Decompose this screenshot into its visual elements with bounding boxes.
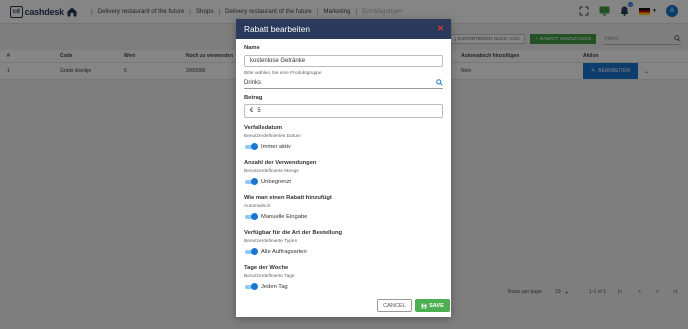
uses-toggle[interactable] xyxy=(244,178,258,185)
weekdays-toggle[interactable] xyxy=(244,283,258,290)
order-type-toggle-label: Alle Auftragsarten xyxy=(261,248,307,255)
add-method-sublabel: Automatisch xyxy=(244,204,271,209)
expiry-sublabel: Benutzerdefiniertes Datum xyxy=(244,134,301,139)
uses-label: Anzahl der Verwendungen xyxy=(244,160,317,166)
save-label: SAVE xyxy=(429,302,444,309)
currency-symbol: € xyxy=(250,108,254,114)
uses-sublabel: Benutzerdefinierte Menge xyxy=(244,169,299,174)
cancel-button[interactable]: CANCEL xyxy=(377,299,412,312)
save-button[interactable]: SAVE xyxy=(415,299,450,312)
order-type-label: Verfügbar für die Art der Bestellung xyxy=(244,230,343,236)
weekdays-label: Tage der Woche xyxy=(244,265,289,271)
edit-discount-dialog: Rabatt bearbeiten ✕ Name kostenlose Getr… xyxy=(236,19,451,317)
dialog-header: Rabatt bearbeiten ✕ xyxy=(236,19,451,39)
product-group-value: Drinks xyxy=(244,79,262,86)
order-type-toggle-row[interactable]: Alle Auftragsarten xyxy=(244,248,307,255)
order-type-toggle[interactable] xyxy=(244,248,258,255)
amount-value: 5 xyxy=(257,108,261,114)
order-type-sublabel: Benutzerdefinierte Typen xyxy=(244,239,298,244)
add-method-toggle-row[interactable]: Manuelle Eingabe xyxy=(244,213,307,220)
name-label: Name xyxy=(244,45,260,51)
add-method-toggle[interactable] xyxy=(244,213,258,220)
add-method-toggle-label: Manuelle Eingabe xyxy=(261,213,308,220)
dialog-title: Rabatt bearbeiten xyxy=(244,24,310,34)
name-value: kostenlose Getränke xyxy=(250,58,306,64)
product-group-hint: Bitte wählen Sie eine Produktgruppe xyxy=(244,71,322,76)
expiry-toggle-label: Immer aktiv xyxy=(261,143,291,150)
weekdays-sublabel: Benutzerdefinierte Tage xyxy=(244,274,295,279)
uses-toggle-row[interactable]: Unbegrenzt xyxy=(244,178,291,185)
close-icon[interactable]: ✕ xyxy=(437,24,444,33)
search-icon[interactable] xyxy=(436,79,443,86)
uses-toggle-label: Unbegrenzt xyxy=(261,178,291,185)
weekdays-toggle-row[interactable]: Jeden Tag xyxy=(244,283,288,290)
name-input[interactable]: kostenlose Getränke xyxy=(244,55,443,67)
expiry-label: Verfallsdatum xyxy=(244,125,283,131)
expiry-toggle-row[interactable]: Immer aktiv xyxy=(244,143,291,150)
amount-input[interactable]: € 5 xyxy=(244,104,443,118)
add-method-label: Wie man einen Rabatt hinzufügt xyxy=(244,195,332,201)
product-group-select[interactable]: Drinks xyxy=(244,77,443,89)
weekdays-toggle-label: Jeden Tag xyxy=(261,283,288,290)
amount-label: Betrag xyxy=(244,95,263,101)
expiry-toggle[interactable] xyxy=(244,143,258,150)
floppy-icon xyxy=(421,303,427,308)
